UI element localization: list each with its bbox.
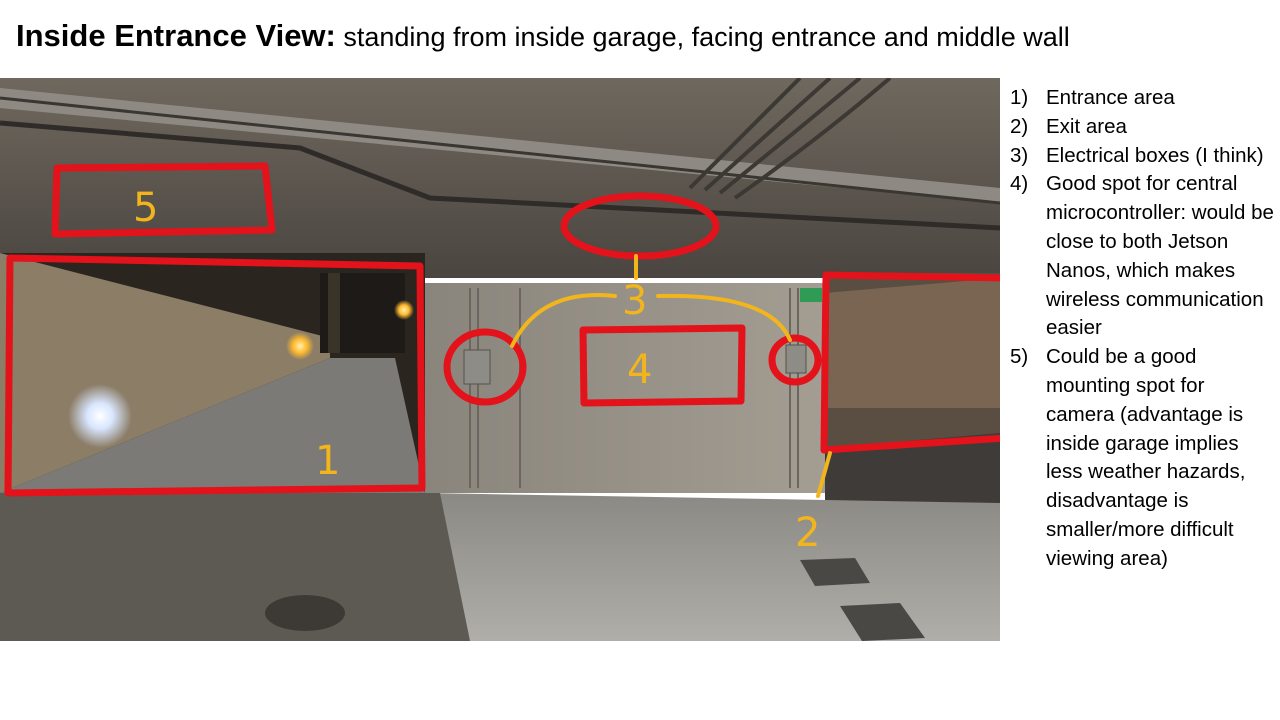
item-number: 3) xyxy=(1010,143,1029,167)
marker-label: 2 xyxy=(795,510,820,556)
item-text: Could be a good mounting spot for camera… xyxy=(1046,345,1246,570)
item-number: 5) xyxy=(1010,345,1029,369)
marker-label: 3 xyxy=(622,278,647,324)
list-item: 4) Good spot for central microcontroller:… xyxy=(1010,170,1275,343)
item-number: 2) xyxy=(1010,114,1029,138)
item-number: 1) xyxy=(1010,86,1029,109)
street-light xyxy=(394,300,414,320)
title-subtitle: standing from inside garage, facing entr… xyxy=(335,22,1070,52)
item-number: 4) xyxy=(1010,172,1029,196)
notes-list: 1) Entrance area 2) Exit area 3) Electrical… xyxy=(1010,84,1275,574)
marker-label: 1 xyxy=(315,438,340,484)
title-bold: Inside Entrance View: xyxy=(16,18,336,53)
list-item: 2) Exit area xyxy=(1010,113,1275,142)
slide-title: Inside Entrance View: standing from insi… xyxy=(16,14,1266,59)
list-item: 1) Entrance area xyxy=(1010,84,1275,113)
wall-light xyxy=(68,384,132,448)
item-text: Exit area xyxy=(1046,114,1127,138)
list-item: 5) Could be a good mounting spot for came… xyxy=(1010,343,1275,573)
annotated-garage-image: 5 1 3 4 2 xyxy=(0,78,1000,641)
electrical-box xyxy=(463,349,491,385)
building xyxy=(328,273,340,353)
list-item: 3) Electrical boxes (I think) xyxy=(1010,142,1275,171)
exit-sign xyxy=(800,288,822,302)
street-light xyxy=(286,332,314,360)
wet-asphalt xyxy=(0,493,470,641)
marker-label: 4 xyxy=(627,347,652,393)
exit-wall xyxy=(825,278,1000,408)
item-text: Electrical boxes (I think) xyxy=(1046,143,1264,167)
garage-photo: 5 1 3 4 2 xyxy=(0,78,1000,641)
pothole xyxy=(265,595,345,631)
marker-label: 5 xyxy=(133,185,158,231)
electrical-box xyxy=(785,344,807,374)
item-text: Good spot for central microcontroller: w… xyxy=(1046,172,1274,340)
item-text: Entrance area xyxy=(1046,86,1175,109)
